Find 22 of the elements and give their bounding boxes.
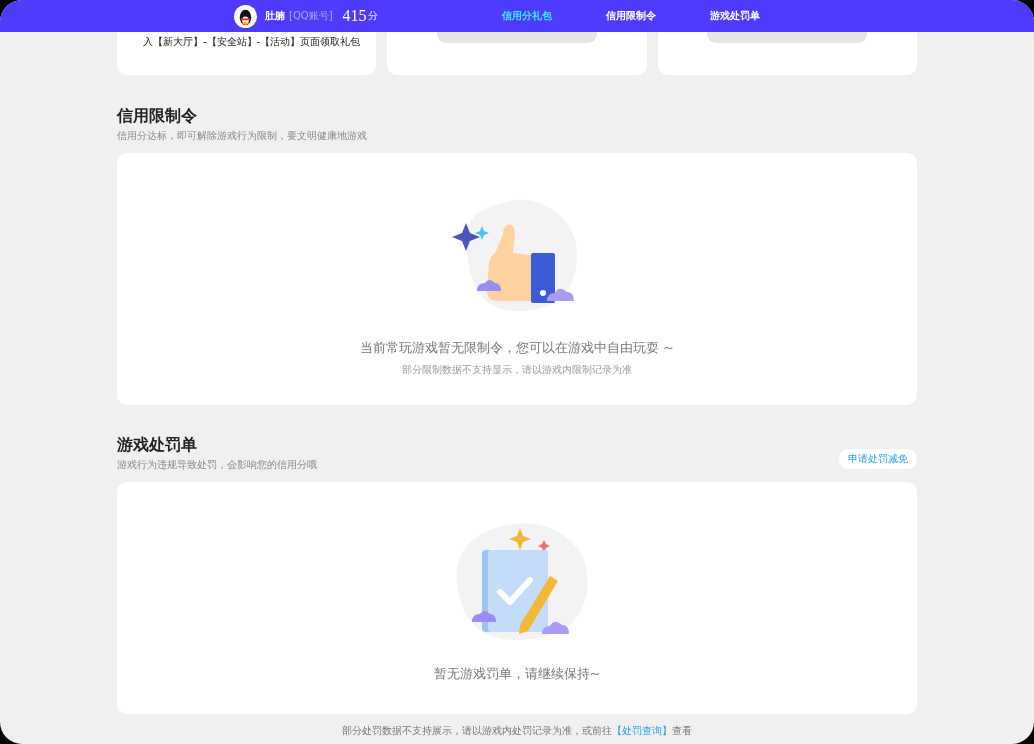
empty-message: 当前常玩游戏暂无限制令，您可以在游戏中自由玩耍 ~ (360, 340, 674, 357)
credit-score: 415 (342, 7, 367, 25)
gift-button[interactable] (707, 32, 868, 43)
nav-tab[interactable]: 信用限制令 (597, 9, 665, 23)
section-subtitle: 游戏行为违规导致处罚，会影响您的信用分哦 (117, 458, 317, 472)
penalty-query-link[interactable]: 【处罚查询】 (612, 724, 672, 738)
user-nickname: 肚腩 (265, 9, 285, 23)
appeal-button[interactable]: 申请处罚减免 (839, 449, 917, 469)
account-type: [QQ账号] (289, 9, 333, 23)
avatar-icon (234, 4, 257, 28)
gift-button[interactable] (437, 32, 597, 43)
empty-message: 暂无游戏罚单，请继续保持~ (433, 666, 601, 683)
section-title: 信用限制令 (117, 106, 198, 126)
section-title: 游戏处罚单 (117, 435, 198, 455)
score-unit: 分 (367, 9, 378, 23)
empty-note: 部分限制数据不支持显示，请以游戏内限制记录为准 (402, 363, 632, 377)
footer-note-suffix: 查看 (672, 724, 692, 738)
footer-note: 部分处罚数据不支持展示，请以游戏内处罚记录为准，或前往 (342, 724, 612, 738)
nav-tab[interactable]: 信用分礼包 (493, 9, 561, 23)
nav-tab[interactable]: 游戏处罚单 (701, 9, 769, 23)
card-text: 入【新大厅】-【安全站】-【活动】页面领取礼包 (143, 35, 361, 49)
section-subtitle: 信用分达标，即可解除游戏行为限制，要文明健康地游戏 (117, 129, 367, 143)
